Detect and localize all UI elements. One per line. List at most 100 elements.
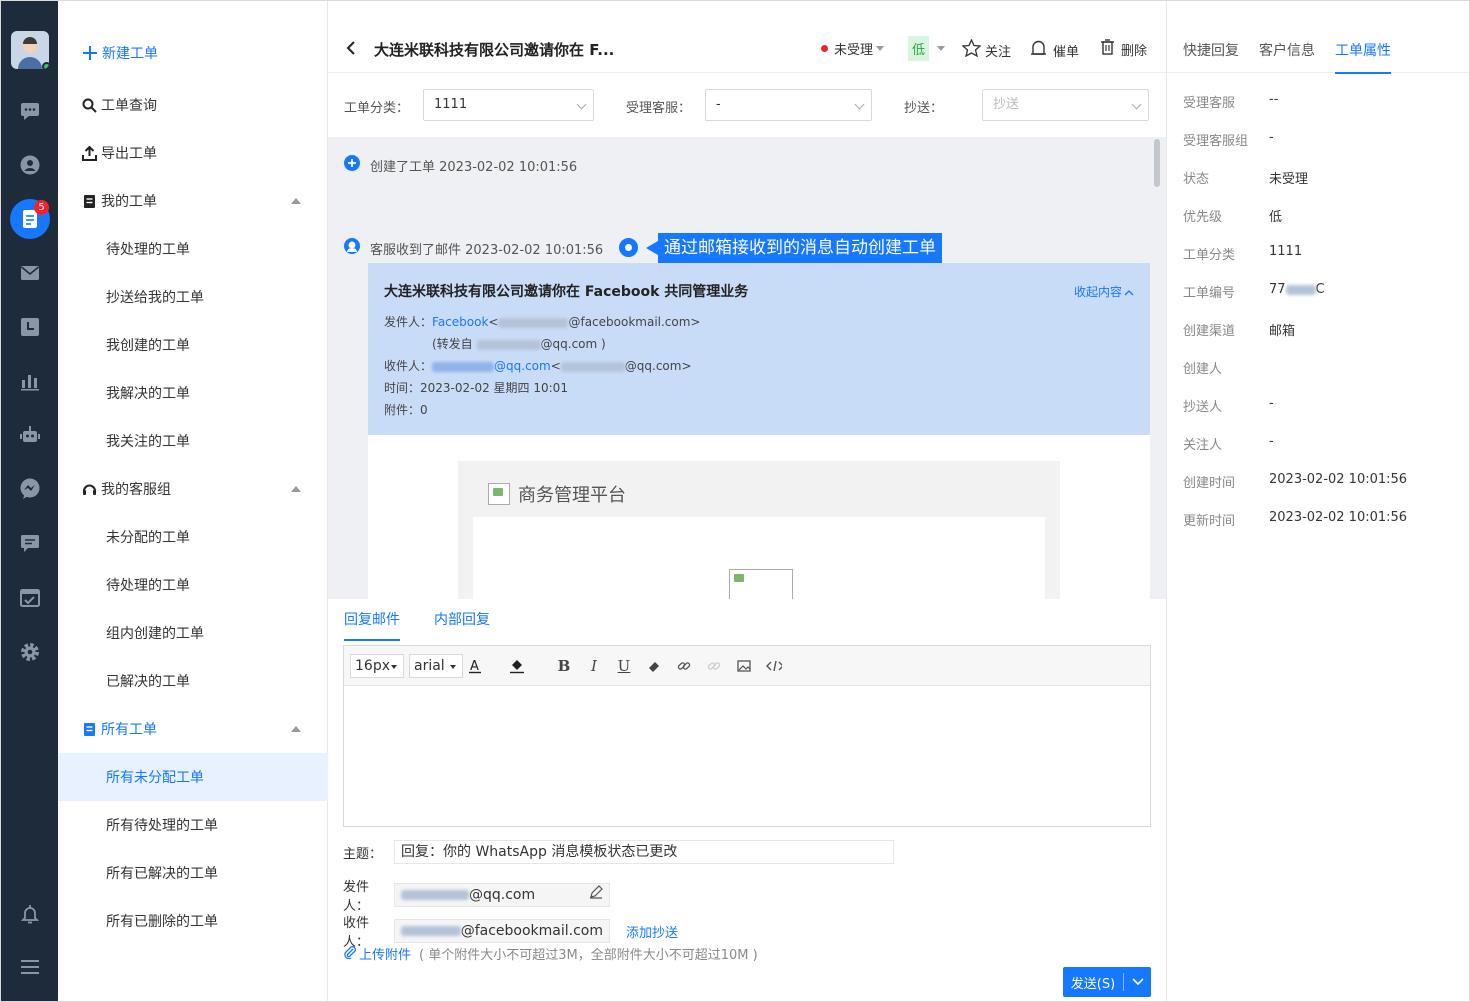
nav-my-tickets-label: 我的工单 xyxy=(101,194,157,210)
messenger-icon[interactable] xyxy=(17,476,43,502)
nav-my-cc[interactable]: 抄送给我的工单 xyxy=(58,273,328,321)
annotation-marker-icon xyxy=(619,238,638,257)
ticket-title: 大连米联科技有限公司邀请你在 F... xyxy=(374,41,615,59)
nav-my-resolved[interactable]: 我解决的工单 xyxy=(58,369,328,417)
property-panel: 快捷回复 客户信息 工单属性 受理客服 -- 受理客服组 - 状态 未受理 优先级低 … xyxy=(1166,1,1469,1001)
subject-label: 主题： xyxy=(343,846,383,862)
code-view-icon[interactable] xyxy=(766,658,782,674)
settings-icon[interactable] xyxy=(17,639,43,665)
email-header: 大连米联科技有限公司邀请你在 Facebook 共同管理业务 收起内容 发件人：… xyxy=(368,263,1150,435)
app-window: 5 新建工单 工单查询 导出工单 我的工单 待处理的工单 抄送给我的工单 我创建… xyxy=(0,0,1470,1002)
email-from-name[interactable]: Facebook xyxy=(432,315,488,329)
nav-all-tickets[interactable]: 所有工单 xyxy=(58,705,328,753)
nav-my-group[interactable]: 我的客服组 xyxy=(58,465,328,513)
underline-icon[interactable]: U xyxy=(616,657,632,675)
category-select[interactable]: 1111 xyxy=(423,89,594,121)
tab-internal-reply[interactable]: 内部回复 xyxy=(434,609,490,629)
nav-group-pending[interactable]: 待处理的工单 xyxy=(58,561,328,609)
chat-icon[interactable] xyxy=(17,98,43,124)
agent-avatar-icon xyxy=(344,238,360,258)
send-button[interactable]: 发送(S) xyxy=(1063,967,1151,997)
nav-all-resolved[interactable]: 所有已解决的工单 xyxy=(58,849,328,897)
nav-my-pending[interactable]: 待处理的工单 xyxy=(58,225,328,273)
ticket-filters: 工单分类： 1111 受理客服： - 抄送： 抄送 xyxy=(328,73,1166,137)
collapse-caret-icon[interactable] xyxy=(291,486,301,492)
email-to-domain[interactable]: @qq.com xyxy=(494,359,551,373)
font-family-select[interactable]: arial xyxy=(409,654,463,678)
statistics-icon[interactable] xyxy=(17,368,43,394)
subject-input[interactable]: 回复：你的 WhatsApp 消息模板状态已更改 xyxy=(394,840,894,864)
urge-button[interactable]: 催单 xyxy=(1030,39,1079,61)
ticket-thread[interactable]: 创建了工单 2023-02-02 10:01:56 客服收到了邮件 2023-0… xyxy=(328,137,1166,599)
unlink-icon[interactable] xyxy=(706,658,722,674)
tab-quick-reply[interactable]: 快捷回复 xyxy=(1183,40,1239,60)
event-received: 客服收到了邮件 2023-02-02 10:01:56 xyxy=(344,238,603,258)
nav-my-cc-label: 抄送给我的工单 xyxy=(106,290,204,306)
background-color-icon[interactable] xyxy=(510,658,526,674)
prop-key: 更新时间 xyxy=(1183,514,1236,529)
nav-my-followed[interactable]: 我关注的工单 xyxy=(58,417,328,465)
prop-key: 工单分类 xyxy=(1183,248,1236,263)
prop-updated-time: 更新时间 2023-02-02 10:01:56 xyxy=(1183,510,1407,529)
link-icon[interactable] xyxy=(676,658,692,674)
prop-followers: 关注人 - xyxy=(1183,434,1274,453)
italic-icon[interactable]: I xyxy=(586,657,602,675)
robot-icon[interactable] xyxy=(17,422,43,448)
nav-all-unassigned[interactable]: 所有未分配工单 xyxy=(58,753,328,801)
email-to-domain-2: @qq.com> xyxy=(624,359,692,373)
history-icon[interactable] xyxy=(17,314,43,340)
collapse-caret-icon[interactable] xyxy=(291,726,301,732)
nav-group-resolved[interactable]: 已解决的工单 xyxy=(58,657,328,705)
nav-all-pending[interactable]: 所有待处理的工单 xyxy=(58,801,328,849)
message-icon[interactable] xyxy=(17,530,43,556)
nav-all-deleted[interactable]: 所有已删除的工单 xyxy=(58,897,328,945)
prop-value: 邮箱 xyxy=(1269,324,1296,339)
add-cc-link[interactable]: 添加抄送 xyxy=(626,922,678,941)
send-options-chevron-icon[interactable] xyxy=(1124,978,1151,986)
bold-icon[interactable]: B xyxy=(556,657,572,675)
recipient-field[interactable]: @facebookmail.com xyxy=(394,919,610,943)
notification-bell-icon[interactable] xyxy=(17,901,43,927)
nav-group-created[interactable]: 组内创建的工单 xyxy=(58,609,328,657)
nav-my-tickets[interactable]: 我的工单 xyxy=(58,177,328,225)
font-size-select[interactable]: 16px xyxy=(350,654,404,678)
nav-ticket-query[interactable]: 工单查询 xyxy=(58,81,328,129)
priority-dropdown[interactable]: 低 xyxy=(908,36,946,61)
cc-select[interactable]: 抄送 xyxy=(982,89,1149,121)
dashboard-icon[interactable] xyxy=(17,585,43,611)
nav-export-ticket-label: 导出工单 xyxy=(101,146,157,162)
email-from-label: 发件人： xyxy=(384,315,433,329)
thread-scrollbar[interactable] xyxy=(1154,139,1160,187)
follow-button[interactable]: 关注 xyxy=(961,38,1011,61)
image-icon[interactable] xyxy=(736,658,752,674)
status-dropdown[interactable]: 未受理 xyxy=(821,39,885,58)
redacted-text xyxy=(476,339,541,350)
agent-select[interactable]: - xyxy=(705,89,872,121)
sender-field[interactable]: @qq.com xyxy=(394,883,610,907)
collapse-caret-icon[interactable] xyxy=(291,198,301,204)
mail-icon[interactable] xyxy=(17,260,43,286)
nav-my-created[interactable]: 我创建的工单 xyxy=(58,321,328,369)
prop-value: 未受理 xyxy=(1269,172,1309,187)
eraser-icon[interactable] xyxy=(646,658,662,674)
collapse-content-link[interactable]: 收起内容 xyxy=(1074,283,1134,300)
nav-export-ticket[interactable]: 导出工单 xyxy=(58,129,328,177)
customer-icon[interactable] xyxy=(17,152,43,178)
tab-reply-mail[interactable]: 回复邮件 xyxy=(344,609,400,641)
editor-content-area[interactable] xyxy=(344,686,1150,826)
avatar[interactable] xyxy=(11,31,49,69)
delete-button[interactable]: 删除 xyxy=(1100,39,1147,59)
nav-group-unassigned[interactable]: 未分配的工单 xyxy=(58,513,328,561)
nav-all-pending-label: 所有待处理的工单 xyxy=(106,818,218,834)
agent-value: - xyxy=(716,97,721,112)
edit-icon[interactable] xyxy=(589,884,603,906)
back-icon[interactable] xyxy=(346,41,356,59)
menu-icon[interactable] xyxy=(17,954,43,980)
upload-attachment-link[interactable]: 上传附件 xyxy=(359,944,411,963)
font-color-icon[interactable]: A xyxy=(469,658,485,674)
new-ticket-button[interactable]: 新建工单 xyxy=(58,29,328,77)
rich-text-editor: 16px arial A B I U xyxy=(343,645,1151,827)
bell-icon xyxy=(1030,39,1047,61)
tab-ticket-properties[interactable]: 工单属性 xyxy=(1335,40,1391,74)
tab-customer-info[interactable]: 客户信息 xyxy=(1259,40,1315,60)
